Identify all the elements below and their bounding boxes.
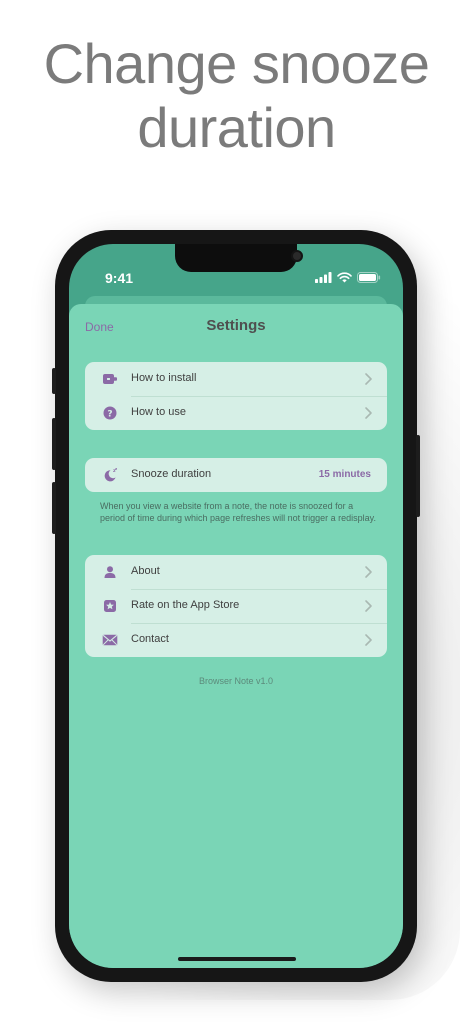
notch (175, 244, 303, 272)
envelope-icon (102, 632, 118, 648)
battery-icon (357, 272, 381, 283)
contact-row[interactable]: Contact (85, 623, 387, 657)
svg-text:z: z (115, 467, 117, 471)
chevron-right-icon (365, 634, 372, 646)
headline-line-2: duration (137, 96, 336, 159)
snooze-duration-value: 15 minutes (318, 469, 371, 480)
app-version: Browser Note v1.0 (198, 676, 274, 686)
person-icon (102, 564, 118, 580)
info-group: About Rate on the App Store Contact (85, 555, 387, 657)
volume-down-button (52, 482, 56, 534)
help-group: How to install ? How to use (85, 362, 387, 430)
power-button (416, 435, 420, 517)
signal-icon (315, 272, 332, 283)
how-to-use-row[interactable]: ? How to use (85, 396, 387, 430)
moon-zzz-icon: z z (102, 467, 118, 483)
svg-text:?: ? (107, 409, 112, 419)
home-indicator[interactable] (178, 957, 296, 961)
page-title: Settings (206, 317, 266, 334)
status-icons (315, 272, 381, 283)
status-time: 9:41 (105, 270, 134, 286)
snooze-duration-label: Snooze duration (131, 468, 212, 480)
snooze-duration-row[interactable]: z z Snooze duration 15 minutes (85, 458, 387, 492)
wifi-icon (337, 272, 352, 283)
about-label: About (131, 565, 160, 577)
volume-up-button (52, 418, 56, 470)
star-icon (102, 598, 118, 614)
snooze-group: z z Snooze duration 15 minutes (85, 458, 387, 492)
how-to-use-label: How to use (131, 406, 187, 418)
chevron-right-icon (365, 373, 372, 385)
app-store-screenshot: Change snooze duration 9:41 Done Setting… (0, 0, 473, 1024)
chevron-right-icon (365, 407, 372, 419)
rate-app-store-row[interactable]: Rate on the App Store (85, 589, 387, 623)
rate-app-store-label: Rate on the App Store (131, 599, 240, 611)
phone-frame: 9:41 Done Settings How to install ? How … (52, 230, 420, 982)
chevron-right-icon (365, 566, 372, 578)
how-to-install-row[interactable]: How to install (85, 362, 387, 396)
contact-label: Contact (131, 633, 169, 645)
help-icon: ? (102, 405, 118, 421)
front-camera (291, 250, 303, 262)
about-row[interactable]: About (85, 555, 387, 589)
phone-screen: 9:41 Done Settings How to install ? How … (69, 244, 403, 968)
headline-line-1: Change snooze (43, 32, 430, 95)
snooze-description: When you view a website from a note, the… (100, 501, 376, 523)
how-to-install-label: How to install (131, 372, 197, 384)
settings-sheet: Done Settings How to install ? How to us… (69, 304, 403, 968)
chevron-right-icon (365, 600, 372, 612)
headline: Change snooze duration (0, 32, 473, 160)
mute-switch (52, 368, 56, 394)
extension-icon (102, 371, 118, 387)
